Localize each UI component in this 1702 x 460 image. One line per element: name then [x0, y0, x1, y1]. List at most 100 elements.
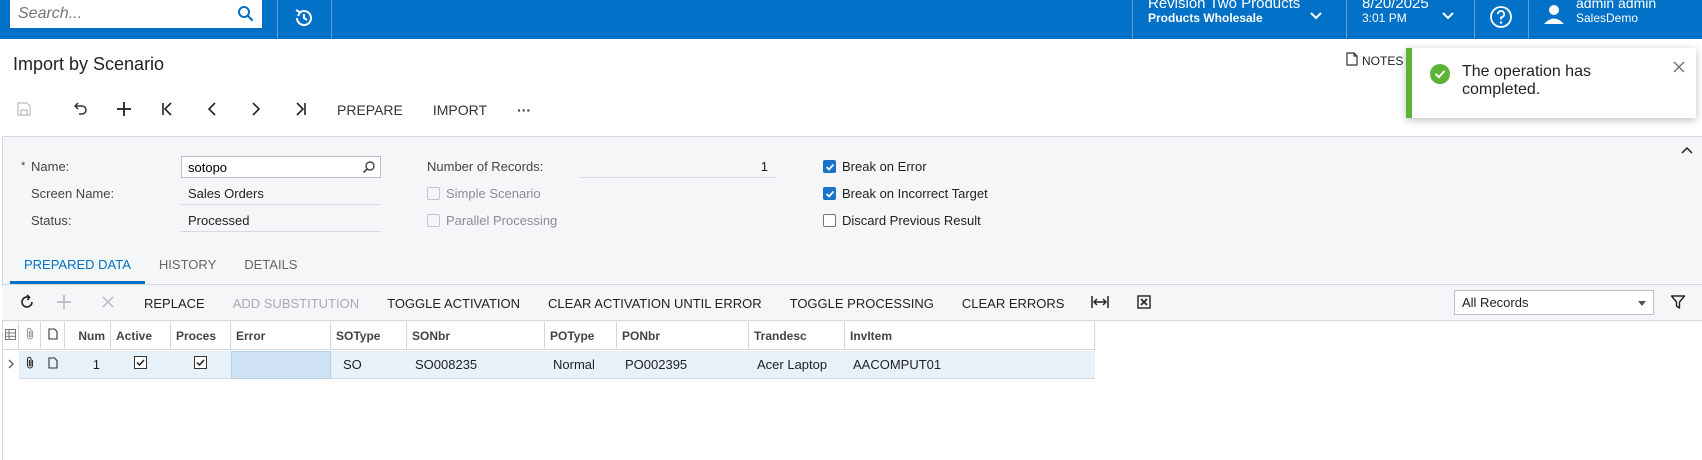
prepared-data-grid: Num Active Proces Error SOType SONbr POT…	[2, 322, 1702, 460]
column-header-active[interactable]: Active	[111, 322, 171, 350]
chevron-left-icon	[204, 101, 220, 120]
note-icon	[1346, 52, 1358, 69]
export-excel-button[interactable]	[1122, 285, 1166, 321]
break-on-target-label: Break on Incorrect Target	[842, 186, 988, 201]
toggle-activation-button[interactable]: TOGGLE ACTIVATION	[373, 285, 534, 321]
cell-ponbr[interactable]: PO002395	[617, 351, 749, 379]
refresh-button[interactable]	[12, 285, 42, 321]
notes-column-header	[41, 322, 65, 350]
tab-bar: PREPARED DATA HISTORY DETAILS	[10, 250, 311, 285]
row-files-button[interactable]	[19, 351, 41, 379]
replace-button[interactable]: REPLACE	[130, 285, 219, 321]
tenant-selector[interactable]: Revision Two Products Products Wholesale	[1148, 0, 1300, 26]
checkmark-icon	[823, 187, 836, 200]
first-record-button[interactable]	[146, 98, 190, 122]
row-notes-button[interactable]	[41, 351, 65, 379]
add-new-button[interactable]	[102, 98, 146, 122]
previous-record-button[interactable]	[190, 98, 234, 122]
toast-message: The operation has completed.	[1462, 63, 1591, 98]
plus-icon	[56, 294, 72, 313]
search-icon[interactable]	[362, 160, 376, 177]
last-icon	[292, 101, 308, 120]
grid-settings-header[interactable]	[3, 322, 19, 350]
import-button[interactable]: IMPORT	[418, 98, 502, 122]
chevron-down-icon[interactable]	[1308, 8, 1324, 27]
cell-num[interactable]: 1	[65, 351, 111, 379]
recent-history-button[interactable]	[278, 0, 330, 39]
column-header-ponbr[interactable]: PONbr	[617, 322, 749, 350]
close-icon[interactable]	[1672, 60, 1686, 77]
cell-error[interactable]	[231, 351, 331, 379]
tab-details[interactable]: DETAILS	[230, 250, 311, 284]
close-icon	[101, 295, 115, 312]
cell-processed[interactable]	[171, 351, 231, 379]
cancel-button[interactable]	[58, 98, 102, 122]
more-actions-button[interactable]: ···	[502, 98, 546, 122]
break-on-incorrect-target-checkbox[interactable]: Break on Incorrect Target	[823, 186, 988, 201]
name-field	[181, 156, 381, 178]
cell-active[interactable]	[111, 351, 171, 379]
chevron-down-icon[interactable]	[1440, 8, 1456, 27]
filter-icon[interactable]	[1670, 294, 1686, 313]
cell-invitem[interactable]: AACOMPUT01	[845, 351, 1095, 379]
cell-trandesc[interactable]: Acer Laptop	[749, 351, 845, 379]
topbar-separator	[331, 0, 332, 39]
discard-previous-result-checkbox[interactable]: Discard Previous Result	[823, 213, 981, 228]
main-toolbar: PREPARE IMPORT ···	[14, 98, 546, 122]
clear-activation-until-error-button[interactable]: CLEAR ACTIVATION UNTIL ERROR	[534, 285, 776, 321]
column-header-sotype[interactable]: SOType	[331, 322, 407, 350]
column-header-sonbr[interactable]: SONbr	[407, 322, 545, 350]
row-expand-button[interactable]	[3, 351, 19, 379]
records-filter-value: All Records	[1462, 295, 1529, 310]
help-icon[interactable]	[1488, 4, 1514, 33]
add-substitution-button[interactable]: ADD SUBSTITUTION	[219, 285, 373, 321]
clear-errors-button[interactable]: CLEAR ERRORS	[948, 285, 1079, 321]
column-header-potype[interactable]: POType	[545, 322, 617, 350]
tab-history[interactable]: HISTORY	[145, 250, 230, 284]
grid-settings-icon	[5, 322, 16, 350]
discard-label: Discard Previous Result	[842, 213, 981, 228]
column-header-trandesc[interactable]: Trandesc	[749, 322, 845, 350]
checkbox-box	[427, 187, 440, 200]
cell-potype[interactable]: Normal	[545, 351, 617, 379]
cell-sotype[interactable]: SO	[331, 351, 407, 379]
grid-toolbar: REPLACE ADD SUBSTITUTION TOGGLE ACTIVATI…	[2, 285, 1702, 321]
tenant-branch: Products Wholesale	[1148, 11, 1263, 25]
fit-width-icon	[1091, 295, 1110, 312]
simple-scenario-checkbox[interactable]: Simple Scenario	[427, 186, 541, 201]
save-icon	[17, 101, 31, 119]
save-button[interactable]	[14, 98, 34, 122]
note-icon	[47, 322, 58, 350]
search-icon[interactable]	[237, 5, 254, 25]
user-menu[interactable]: admin admin SalesDemo	[1576, 0, 1656, 26]
user-avatar-icon[interactable]	[1542, 2, 1566, 31]
chevron-up-icon[interactable]	[1680, 143, 1694, 160]
name-input[interactable]	[182, 157, 352, 177]
fit-columns-button[interactable]	[1078, 285, 1122, 321]
search-input[interactable]	[10, 0, 230, 28]
history-icon	[292, 6, 316, 33]
topbar-separator	[1346, 0, 1347, 39]
cell-sonbr[interactable]: SO008235	[407, 351, 545, 379]
business-time: 3:01 PM	[1362, 11, 1407, 25]
toggle-processing-button[interactable]: TOGGLE PROCESSING	[776, 285, 948, 321]
last-record-button[interactable]	[278, 98, 322, 122]
add-row-button[interactable]	[42, 285, 86, 321]
notes-button[interactable]: NOTES	[1346, 52, 1403, 69]
column-header-processed[interactable]: Proces	[171, 322, 231, 350]
parallel-processing-checkbox[interactable]: Parallel Processing	[427, 213, 557, 228]
column-header-num[interactable]: Num	[65, 322, 111, 350]
break-on-error-checkbox[interactable]: Break on Error	[823, 159, 927, 174]
business-date-selector[interactable]: 8/20/2025 3:01 PM	[1362, 0, 1429, 26]
delete-row-button[interactable]	[86, 285, 130, 321]
grid-header: Num Active Proces Error SOType SONbr POT…	[3, 322, 1095, 350]
prepare-button[interactable]: PREPARE	[322, 98, 418, 122]
column-header-error[interactable]: Error	[231, 322, 331, 350]
records-filter-select[interactable]: All Records	[1454, 290, 1654, 315]
undo-icon	[71, 101, 89, 120]
tab-prepared-data[interactable]: PREPARED DATA	[10, 250, 145, 284]
table-row[interactable]: 1 SO SO008235 Normal PO002395 Acer Lapto…	[3, 351, 1095, 379]
column-header-invitem[interactable]: InvItem	[845, 322, 1095, 350]
next-record-button[interactable]	[234, 98, 278, 122]
status-label: Status:	[31, 213, 72, 228]
